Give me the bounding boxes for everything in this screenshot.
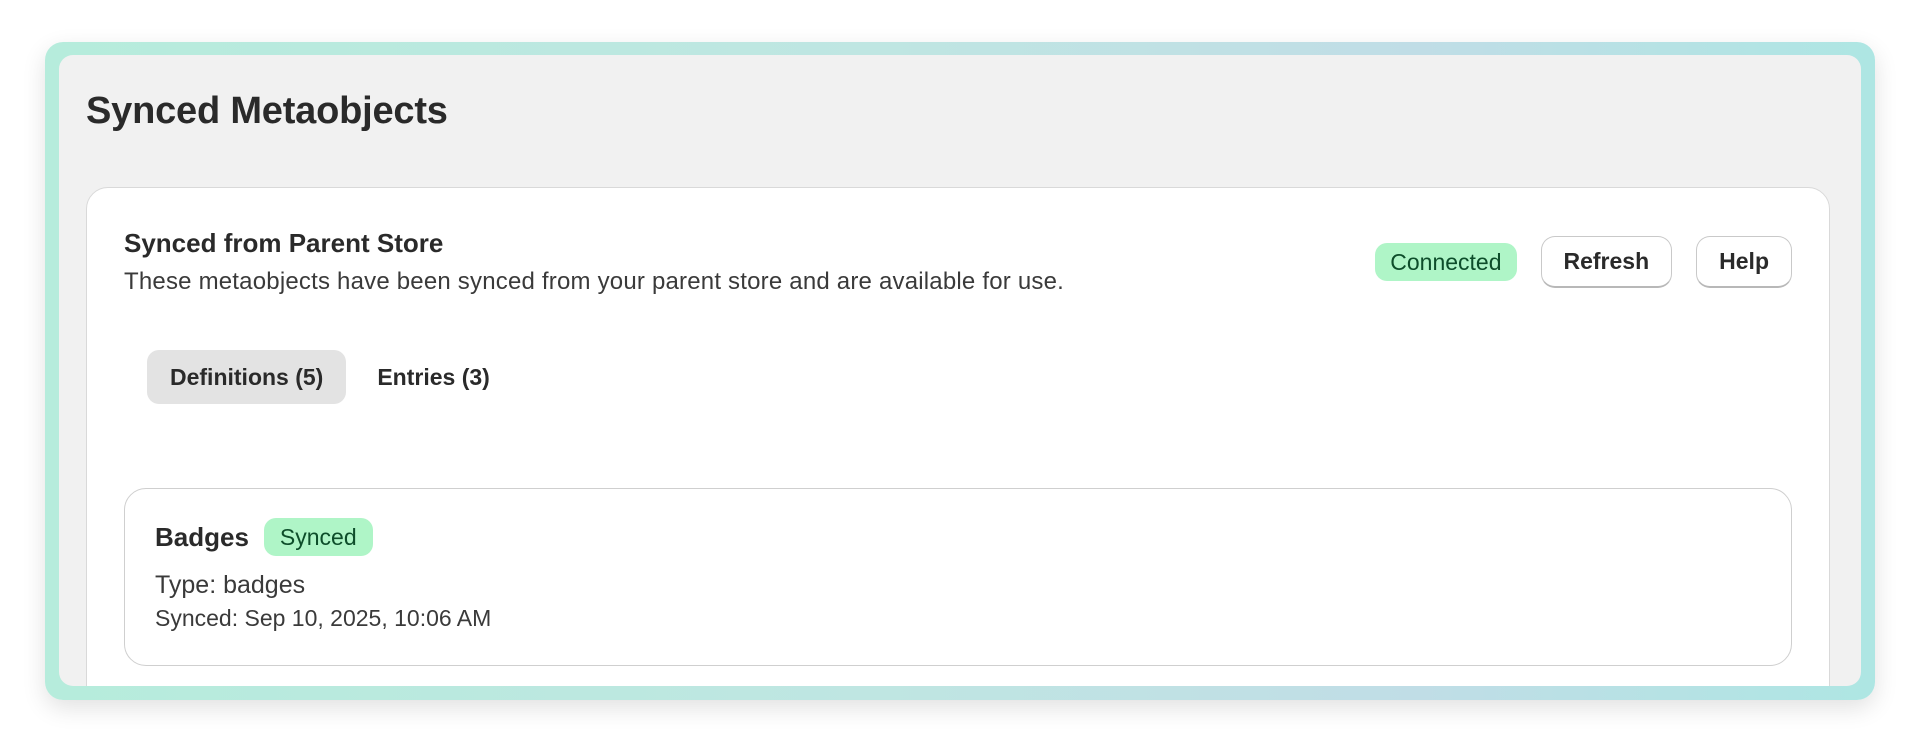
help-button[interactable]: Help: [1696, 236, 1792, 288]
definition-synced-date: Synced: Sep 10, 2025, 10:06 AM: [155, 605, 492, 631]
definition-list-item[interactable]: Badges Synced Type: badges Synced: Sep 1…: [124, 488, 1792, 666]
card-description: These metaobjects have been synced from …: [124, 268, 1064, 295]
app-window: Synced Metaobjects Synced from Parent St…: [59, 55, 1861, 686]
card-heading: Synced from Parent Store: [124, 228, 444, 258]
synced-status-badge: Synced: [263, 518, 373, 556]
tab-definitions[interactable]: Definitions (5): [147, 350, 347, 404]
tab-entries[interactable]: Entries (3): [354, 350, 512, 404]
page-title: Synced Metaobjects: [86, 90, 448, 132]
connected-status-badge: Connected: [1375, 243, 1517, 281]
synced-card: Synced from Parent Store These metaobjec…: [86, 187, 1830, 686]
definition-title-row: Badges Synced: [155, 518, 373, 556]
definition-type: Type: badges: [155, 571, 306, 599]
definition-name: Badges: [155, 521, 249, 552]
tab-bar: Definitions (5) Entries (3): [147, 350, 513, 404]
card-actions: Connected Refresh Help: [1375, 236, 1792, 288]
refresh-button[interactable]: Refresh: [1540, 236, 1673, 288]
